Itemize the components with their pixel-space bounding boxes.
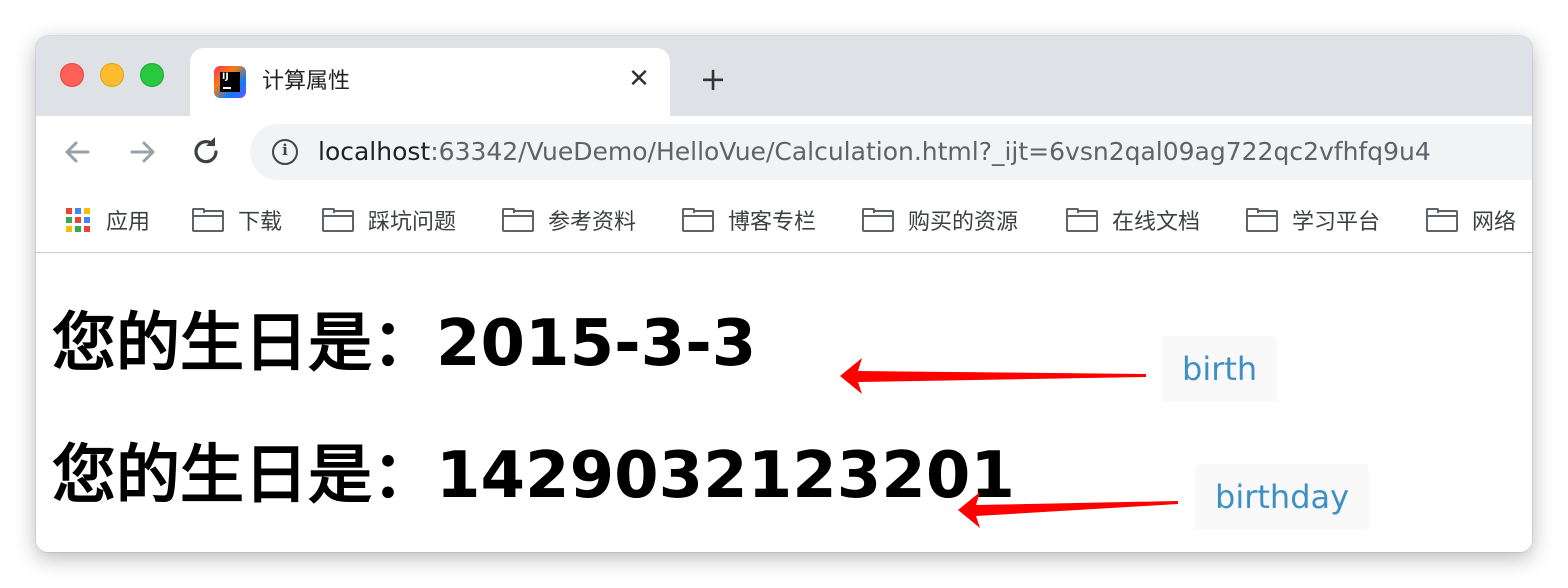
- window-close-button[interactable]: [60, 63, 84, 87]
- folder-icon: [1066, 208, 1098, 232]
- intellij-icon: IJ: [214, 66, 246, 98]
- red-arrow-icon: [958, 492, 1178, 528]
- bookmark-label: 参考资料: [548, 210, 637, 235]
- folder-icon: [682, 208, 714, 232]
- page-content: 您的生日是：2015-3-3 您的生日是：1429032123201 birth…: [36, 253, 1532, 552]
- bookmark-folder[interactable]: 学习平台: [1246, 204, 1380, 236]
- bookmark-label: 学习平台: [1292, 210, 1381, 235]
- bookmark-apps[interactable]: 应用: [64, 204, 150, 236]
- annotation-birthday: birthday: [1195, 464, 1370, 530]
- bookmark-label: 下载: [238, 210, 283, 235]
- url-host: localhost: [318, 137, 431, 166]
- annotation-birth: birth: [1162, 336, 1278, 402]
- back-arrow-icon[interactable]: [58, 132, 98, 172]
- window-maximize-button[interactable]: [140, 63, 164, 87]
- bookmark-folder[interactable]: 下载: [192, 204, 282, 236]
- tab-strip: IJ 计算属性 ✕ +: [36, 36, 1532, 118]
- forward-arrow-icon[interactable]: [122, 132, 162, 172]
- bookmark-label: 在线文档: [1112, 210, 1201, 235]
- folder-icon: [1426, 208, 1458, 232]
- red-arrow-icon: [840, 358, 1146, 394]
- reload-icon[interactable]: [186, 132, 226, 172]
- close-tab-icon[interactable]: ✕: [624, 64, 654, 94]
- apps-grid-icon: [64, 206, 92, 234]
- bookmark-folder[interactable]: 在线文档: [1066, 204, 1200, 236]
- bookmark-label: 网络: [1472, 210, 1517, 235]
- bookmark-label: 购买的资源: [908, 210, 1019, 235]
- bookmark-folder[interactable]: 参考资料: [502, 204, 636, 236]
- bookmark-folder[interactable]: 博客专栏: [682, 204, 816, 236]
- window-minimize-button[interactable]: [100, 63, 124, 87]
- bookmarks-bar: 应用 下载 踩坑问题 参考资料 博客专栏 购买的资源 在线文档 学习平台 网络: [36, 190, 1532, 253]
- bookmark-folder[interactable]: 网络: [1426, 204, 1516, 236]
- folder-icon: [862, 208, 894, 232]
- bookmark-folder[interactable]: 购买的资源: [862, 204, 1018, 236]
- folder-icon: [192, 208, 224, 232]
- bookmark-folder[interactable]: 踩坑问题: [322, 204, 456, 236]
- folder-icon: [1246, 208, 1278, 232]
- new-tab-button[interactable]: +: [696, 62, 730, 96]
- browser-window: IJ 计算属性 ✕ + i localhost:63342/VueDemo/He…: [36, 36, 1532, 552]
- tab-active[interactable]: IJ 计算属性 ✕: [190, 48, 670, 118]
- bookmark-label: 踩坑问题: [368, 210, 457, 235]
- address-bar[interactable]: i localhost:63342/VueDemo/HelloVue/Calcu…: [250, 124, 1532, 180]
- toolbar: i localhost:63342/VueDemo/HelloVue/Calcu…: [36, 116, 1532, 190]
- info-icon[interactable]: i: [272, 139, 298, 165]
- folder-icon: [502, 208, 534, 232]
- tab-title: 计算属性: [262, 69, 351, 94]
- url-text[interactable]: localhost:63342/VueDemo/HelloVue/Calcula…: [318, 136, 1431, 168]
- birthday-heading: 您的生日是：1429032123201: [52, 439, 1015, 513]
- birth-heading: 您的生日是：2015-3-3: [52, 307, 757, 381]
- bookmark-label: 应用: [106, 210, 151, 235]
- url-path: :63342/VueDemo/HelloVue/Calculation.html…: [430, 137, 1431, 166]
- folder-icon: [322, 208, 354, 232]
- bookmark-label: 博客专栏: [728, 210, 817, 235]
